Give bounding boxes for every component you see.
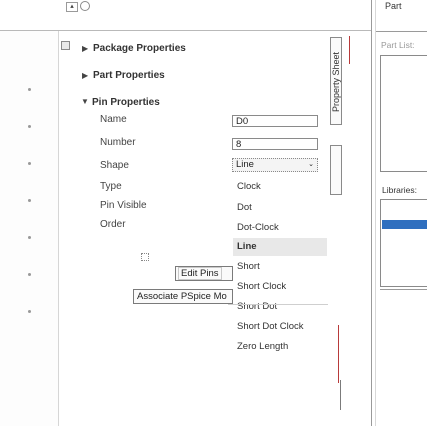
divider [340, 380, 341, 410]
shape-select-value: Line [236, 159, 254, 170]
prop-label-type: Type [100, 181, 122, 192]
shape-option[interactable]: Short Dot [233, 298, 327, 316]
shape-option-selected[interactable]: Line [233, 238, 327, 256]
top-strip [0, 0, 372, 30]
prop-label-order: Order [100, 219, 126, 230]
red-marker [349, 36, 350, 64]
prop-label-number: Number [100, 137, 136, 148]
edit-pins-label: Edit Pins [178, 267, 222, 280]
part-panel-title: Part [385, 1, 402, 11]
expand-arrow-icon[interactable]: ▶ [82, 44, 88, 53]
shape-select[interactable]: Line ⌄ [232, 158, 318, 172]
shape-option[interactable]: Dot-Clock [233, 219, 327, 237]
chevron-down-icon: ⌄ [308, 161, 314, 168]
gutter-dot [28, 125, 31, 128]
gutter-dot [28, 310, 31, 313]
gutter-dot [28, 162, 31, 165]
pin-toggle-icon[interactable] [80, 1, 90, 11]
resize-grip-icon [141, 253, 149, 261]
shape-option[interactable]: Dot [233, 199, 327, 217]
prop-label-name: Name [100, 114, 127, 125]
divider [376, 31, 427, 32]
collapse-arrow-icon[interactable]: ▴ [66, 2, 78, 12]
name-field[interactable]: D0 [232, 115, 318, 127]
property-sheet-tab[interactable]: Property Sheet [330, 37, 342, 125]
part-list-label: Part List: [381, 40, 415, 50]
library-selected-item[interactable] [382, 220, 427, 229]
tree-pin-properties[interactable]: Pin Properties [92, 97, 160, 108]
part-list-box[interactable] [380, 55, 427, 172]
shape-option[interactable]: Short Dot Clock [233, 318, 327, 336]
top-divider [0, 30, 372, 31]
edit-pins-button[interactable]: Edit Pins [175, 266, 233, 281]
shape-option[interactable]: Short Clock [233, 278, 327, 296]
shape-option[interactable]: Short [233, 258, 327, 276]
node-box-icon[interactable] [61, 41, 70, 50]
left-gutter [0, 0, 59, 426]
expand-arrow-icon[interactable]: ▶ [82, 71, 88, 80]
gutter-dot [28, 199, 31, 202]
secondary-tab[interactable] [330, 145, 342, 195]
property-sheet-tab-label: Property Sheet [331, 51, 341, 113]
tree-part-properties[interactable]: Part Properties [93, 70, 165, 81]
libraries-list[interactable] [380, 199, 427, 287]
tree-package-properties[interactable]: Package Properties [93, 43, 186, 54]
gutter-dot [28, 88, 31, 91]
panel-divider [371, 0, 372, 426]
shape-option[interactable]: Clock [233, 178, 327, 196]
prop-label-pin-visible: Pin Visible [100, 200, 147, 211]
gutter-dot [28, 273, 31, 276]
divider [380, 289, 427, 290]
libraries-label: Libraries: [382, 185, 417, 195]
divider [228, 304, 328, 305]
gutter-dot [28, 236, 31, 239]
shape-option[interactable]: Zero Length [233, 338, 327, 356]
associate-pspice-button[interactable]: Associate PSpice Mo [133, 289, 233, 304]
prop-label-shape: Shape [100, 160, 129, 171]
collapse-arrow-icon[interactable]: ▼ [81, 97, 89, 106]
number-field[interactable]: 8 [232, 138, 318, 150]
red-marker [338, 325, 339, 383]
